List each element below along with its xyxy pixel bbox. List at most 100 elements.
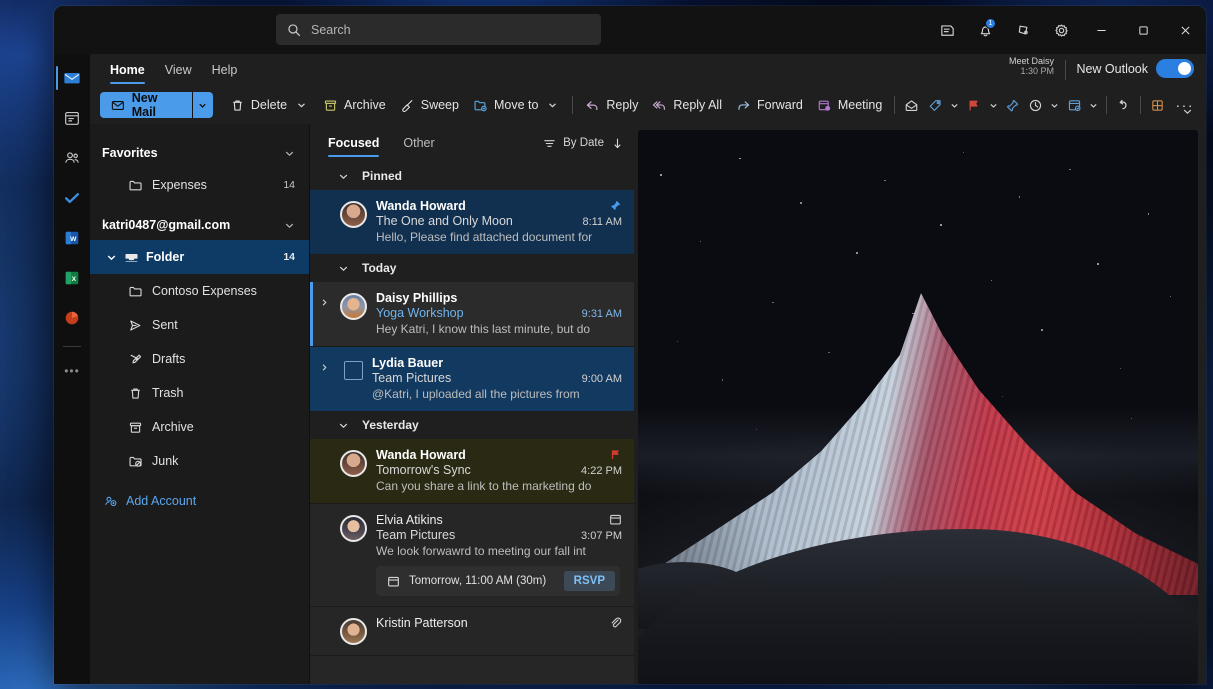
- folder-item-sent[interactable]: Sent: [90, 308, 309, 342]
- undo-icon[interactable]: [1112, 91, 1135, 119]
- expand-thread-chevron-right-icon[interactable]: [320, 356, 331, 401]
- rail-item-word[interactable]: W: [54, 218, 90, 258]
- rail-item-calendar[interactable]: [54, 98, 90, 138]
- move-to-label: Move to: [494, 98, 538, 112]
- reading-pane[interactable]: [634, 124, 1206, 684]
- message-list-scroll[interactable]: Pinned Wanda Howard The One and Only Moo…: [310, 162, 634, 684]
- sweep-button[interactable]: Sweep: [393, 91, 466, 119]
- arrow-down-icon[interactable]: [611, 137, 624, 150]
- folder-item-junk[interactable]: Junk: [90, 444, 309, 478]
- archive-button[interactable]: Archive: [316, 91, 393, 119]
- search-box[interactable]: [276, 14, 601, 45]
- archive-label: Archive: [344, 98, 386, 112]
- new-mail-dropdown[interactable]: [193, 92, 213, 118]
- new-outlook-toggle-group[interactable]: New Outlook: [1076, 59, 1194, 78]
- message-meta: 3:07 PM: [581, 513, 622, 542]
- rail-item-excel[interactable]: X: [54, 258, 90, 298]
- add-account-button[interactable]: Add Account: [90, 484, 309, 518]
- settings-gear-icon[interactable]: [1042, 14, 1080, 46]
- group-header-today[interactable]: Today: [310, 254, 634, 282]
- rsvp-card[interactable]: Tomorrow, 11:00 AM (30m) RSVP: [376, 566, 620, 596]
- folder-item-archive[interactable]: Archive: [90, 410, 309, 444]
- ribbon-collapse-chevron-down-icon[interactable]: [1176, 100, 1198, 122]
- folder-item-trash[interactable]: Trash: [90, 376, 309, 410]
- folder-label: Trash: [152, 386, 184, 400]
- delete-button[interactable]: Delete: [223, 91, 316, 119]
- maximize-button[interactable]: [1122, 6, 1164, 54]
- tag-dropdown-chevron-down-icon[interactable]: [947, 91, 962, 119]
- notes-icon[interactable]: [928, 14, 966, 46]
- message-row-kristin[interactable]: Kristin Patterson: [310, 607, 634, 656]
- chevron-down-icon[interactable]: [284, 148, 295, 159]
- message-meta: 9:00 AM: [582, 373, 622, 385]
- rail-item-todo[interactable]: [54, 178, 90, 218]
- folder-item-contoso-expenses[interactable]: Contoso Expenses: [90, 274, 309, 308]
- message-subject: Team Pictures: [372, 371, 451, 385]
- pivot-other[interactable]: Other: [391, 124, 446, 162]
- meet-reminder[interactable]: Meet Daisy 1:30 PM: [1009, 56, 1054, 77]
- forward-button[interactable]: Forward: [729, 91, 810, 119]
- message-row-lydia-pictures[interactable]: Lydia Bauer Team Pictures @Katri, I uplo…: [310, 347, 634, 411]
- rail-more-button[interactable]: •••: [54, 351, 90, 391]
- new-mail-button-group[interactable]: New Mail: [100, 92, 213, 118]
- pin-icon[interactable]: [1001, 91, 1024, 119]
- reply-button[interactable]: Reply: [578, 91, 645, 119]
- notifications-bell-icon[interactable]: 1: [966, 14, 1004, 46]
- group-header-yesterday[interactable]: Yesterday: [310, 411, 634, 439]
- chevron-down-icon[interactable]: [545, 100, 560, 110]
- tab-home[interactable]: Home: [100, 54, 155, 86]
- chevron-down-icon[interactable]: [294, 100, 309, 110]
- message-row-elvia-pictures[interactable]: Elvia Atikins Team Pictures We look forw…: [310, 504, 634, 607]
- folder-icon: [128, 178, 143, 193]
- pin-icon[interactable]: [609, 199, 622, 212]
- move-to-button[interactable]: Move to: [466, 91, 567, 119]
- minimize-button[interactable]: [1080, 6, 1122, 54]
- expand-thread-chevron-right-icon[interactable]: [320, 291, 331, 336]
- new-mail-button[interactable]: New Mail: [100, 92, 192, 118]
- new-outlook-toggle[interactable]: [1156, 59, 1194, 78]
- favorites-header[interactable]: Favorites: [90, 138, 309, 168]
- tab-help[interactable]: Help: [202, 54, 248, 86]
- filter-icon[interactable]: [543, 137, 556, 150]
- chevron-down-icon[interactable]: [106, 252, 117, 263]
- apps-addin-icon[interactable]: [1146, 91, 1169, 119]
- group-header-pinned[interactable]: Pinned: [310, 162, 634, 190]
- flag-icon[interactable]: [609, 448, 622, 461]
- pivot-focused[interactable]: Focused: [316, 124, 391, 162]
- folder-item-folder[interactable]: Folder 14: [90, 240, 309, 274]
- word-icon: W: [63, 229, 81, 247]
- message-row-daisy-yoga[interactable]: Daisy Phillips Yoga Workshop Hey Katri, …: [310, 282, 634, 347]
- tag-icon[interactable]: [924, 91, 947, 119]
- flag-dropdown-chevron-down-icon[interactable]: [986, 91, 1001, 119]
- rules-icon[interactable]: [1062, 91, 1085, 119]
- rail-item-mail[interactable]: [54, 58, 90, 98]
- account-header[interactable]: katri0487@gmail.com: [90, 210, 309, 240]
- diamond-alert-icon[interactable]: [1004, 14, 1042, 46]
- close-button[interactable]: [1164, 6, 1206, 54]
- message-meta: 4:22 PM: [581, 448, 622, 477]
- tab-view[interactable]: View: [155, 54, 202, 86]
- snooze-clock-icon[interactable]: [1024, 91, 1047, 119]
- message-row-wanda-moon[interactable]: Wanda Howard The One and Only Moon Hello…: [310, 190, 634, 254]
- folder-item-expenses[interactable]: Expenses 14: [90, 168, 309, 202]
- search-input[interactable]: [311, 23, 590, 37]
- snooze-dropdown-chevron-down-icon[interactable]: [1047, 91, 1062, 119]
- read-unread-icon[interactable]: [900, 91, 923, 119]
- chevron-down-icon[interactable]: [284, 220, 295, 231]
- sort-controls[interactable]: By Date: [543, 137, 624, 150]
- meeting-button[interactable]: Meeting: [810, 91, 889, 119]
- folder-item-drafts[interactable]: Drafts: [90, 342, 309, 376]
- meeting-label: Meeting: [838, 98, 882, 112]
- chevron-down-icon[interactable]: [338, 420, 349, 431]
- sort-label[interactable]: By Date: [563, 137, 604, 149]
- message-row-wanda-sync[interactable]: Wanda Howard Tomorrow's Sync Can you sha…: [310, 439, 634, 504]
- chevron-down-icon[interactable]: [338, 263, 349, 274]
- chevron-down-icon[interactable]: [338, 171, 349, 182]
- rail-item-people[interactable]: [54, 138, 90, 178]
- select-message-checkbox[interactable]: [344, 361, 363, 380]
- rsvp-button[interactable]: RSVP: [564, 571, 615, 591]
- flag-icon[interactable]: [962, 91, 985, 119]
- reply-all-button[interactable]: Reply All: [645, 91, 729, 119]
- rules-dropdown-chevron-down-icon[interactable]: [1086, 91, 1101, 119]
- rail-item-powerpoint[interactable]: [54, 298, 90, 338]
